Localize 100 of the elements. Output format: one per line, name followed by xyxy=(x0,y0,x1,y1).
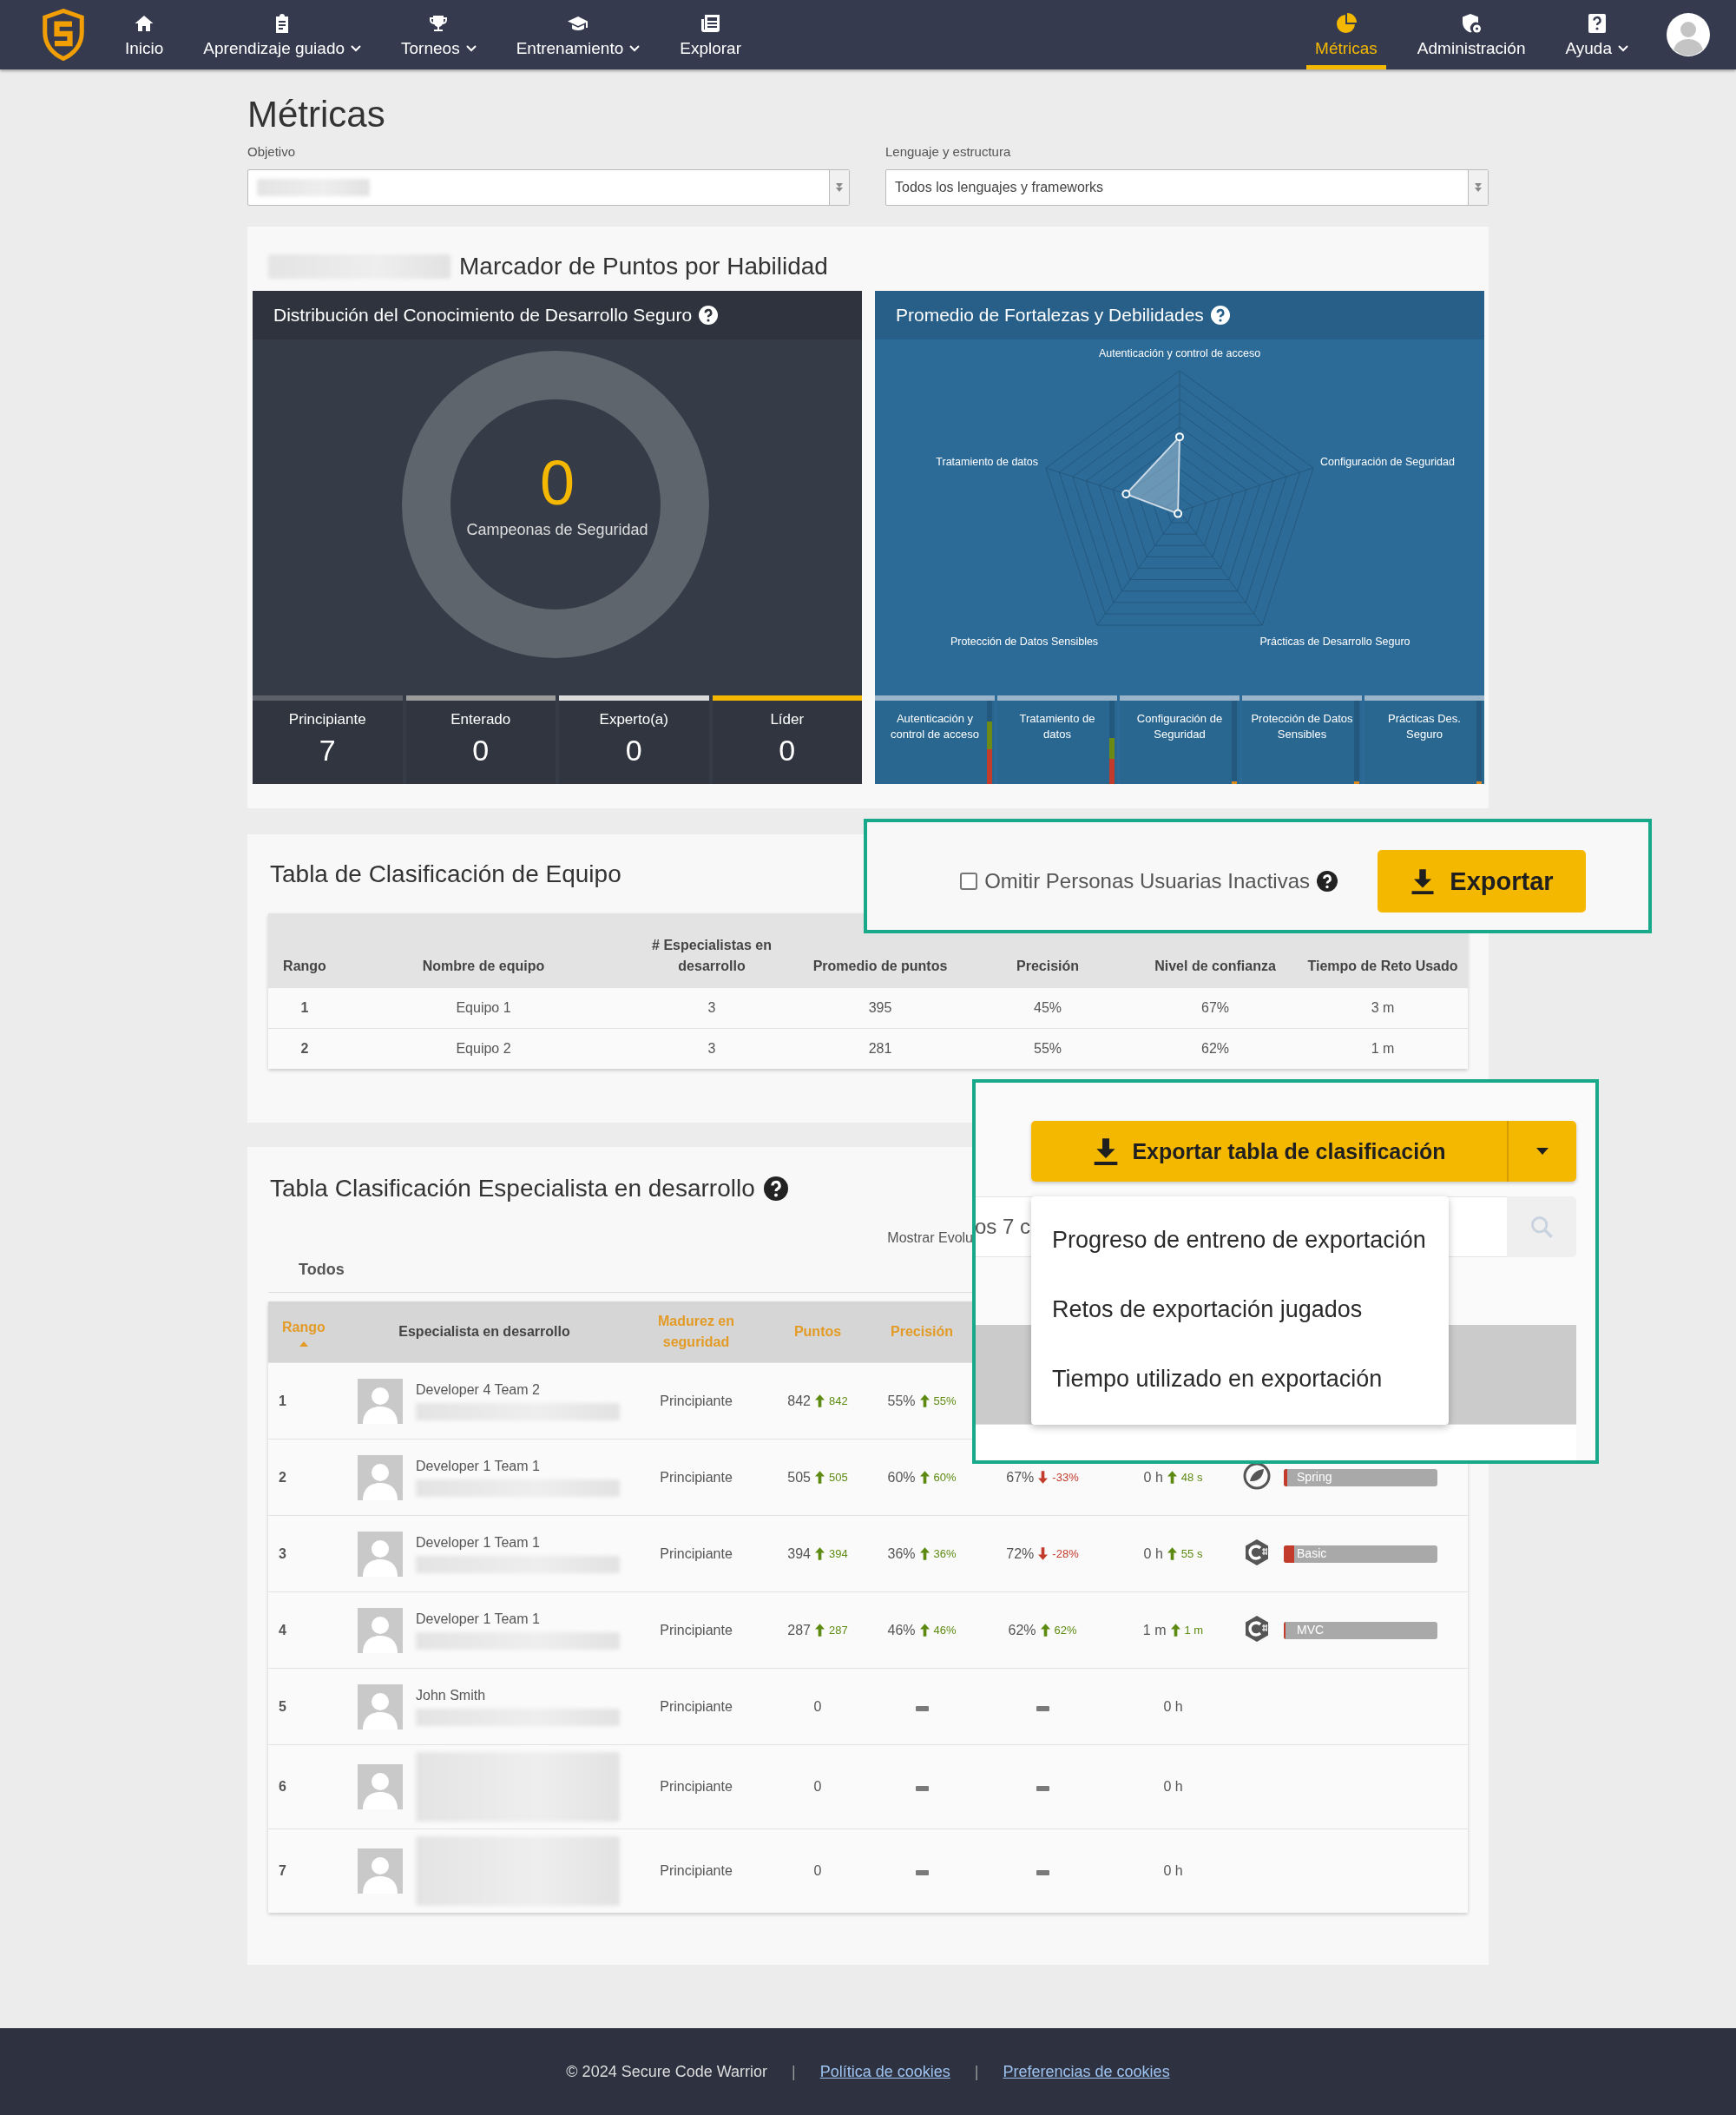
rank-cell: 3 xyxy=(268,1515,338,1592)
nav-item[interactable]: Entrenamiento xyxy=(507,0,649,69)
category-label: Tratamiento de datos xyxy=(1018,711,1096,742)
avatar-icon xyxy=(358,1454,403,1500)
caret-icon xyxy=(1475,183,1482,192)
hexagon-icon xyxy=(1243,1538,1271,1566)
shield-icon xyxy=(1461,12,1483,34)
dash-icon xyxy=(915,1705,929,1711)
axis-label: Autenticación y control de acceso xyxy=(1098,347,1261,359)
checkbox[interactable] xyxy=(960,873,978,890)
copyright-text: © 2024 Secure Code Warrior xyxy=(566,2062,768,2081)
help-icon[interactable] xyxy=(1317,871,1338,892)
export-button[interactable]: Exportar xyxy=(1378,850,1586,913)
dash-icon xyxy=(915,1786,929,1791)
rank-cell: 1 xyxy=(268,1362,338,1440)
nav-item[interactable]: Administración xyxy=(1408,0,1535,69)
nav-item[interactable]: Torneos xyxy=(392,0,485,69)
download-icon xyxy=(1410,868,1437,894)
metric-value: 0 h 48 s xyxy=(1143,1469,1203,1486)
card-title: Marcador de Puntos por Habilidad xyxy=(459,252,828,281)
rank-cell: 4 xyxy=(268,1591,338,1669)
menu-item[interactable]: Tiempo utilizado en exportación xyxy=(1031,1344,1449,1413)
nav-item[interactable]: Ayuda xyxy=(1556,0,1637,69)
menu-item[interactable]: Retos de exportación jugados xyxy=(1031,1275,1449,1344)
tab[interactable]: Todos xyxy=(299,1255,345,1284)
metric-value: 0 xyxy=(813,1698,822,1715)
dash-icon xyxy=(1036,1705,1049,1711)
level-label: Enterado xyxy=(450,711,511,728)
nav-item[interactable]: Aprendizaje guiado xyxy=(194,0,371,69)
nav-item[interactable]: Explorar xyxy=(671,0,750,69)
menu-item[interactable]: Progreso de entreno de exportación xyxy=(1031,1205,1449,1275)
table-cell: Principiante xyxy=(631,1515,761,1592)
level-count: 7 xyxy=(319,734,336,768)
page-title: Métricas xyxy=(247,93,386,136)
axis-label: Prácticas de Desarrollo Seguro xyxy=(1259,636,1410,648)
separator: | xyxy=(974,2062,979,2081)
export-button[interactable]: Exportar tabla de clasificación xyxy=(1031,1121,1507,1182)
nav-item[interactable]: Métricas xyxy=(1306,0,1386,69)
leaf-icon xyxy=(1243,1461,1271,1490)
level-count: 0 xyxy=(472,734,490,768)
user-avatar-icon[interactable] xyxy=(1667,13,1710,56)
separator: | xyxy=(792,2062,796,2081)
help-icon[interactable] xyxy=(699,306,719,325)
table-cell: Principiante xyxy=(631,1668,761,1745)
footer-link[interactable]: Política de cookies xyxy=(819,2062,950,2081)
help-icon[interactable] xyxy=(1210,306,1230,325)
champion-label: Campeonas de Seguridad xyxy=(466,521,648,539)
nav-item[interactable]: Inicio xyxy=(116,0,173,69)
table-cell: 1 m xyxy=(1298,1028,1468,1069)
select-field[interactable] xyxy=(247,169,850,206)
category-label: Protección de Datos Sensibles xyxy=(1251,711,1353,742)
metric-value: 0 h xyxy=(1163,1698,1183,1715)
developer-name: Developer 4 Team 2 xyxy=(416,1381,541,1398)
category-label: Prácticas Des. Seguro xyxy=(1387,711,1462,742)
metric-value: 46% 46% xyxy=(887,1622,957,1638)
footer-link[interactable]: Preferencias de cookies xyxy=(1003,2062,1170,2081)
checkbox-label: Omitir Personas Usuarias Inactivas xyxy=(984,869,1310,893)
metric-value: 0 xyxy=(813,1863,822,1879)
metric-value: 0 h 55 s xyxy=(1143,1545,1203,1562)
metric-value: 0 h xyxy=(1163,1779,1183,1795)
field-label: Objetivo xyxy=(247,143,297,161)
select-field[interactable]: Todos los lenguajes y frameworks xyxy=(885,169,1489,206)
search-icon xyxy=(1529,1215,1554,1239)
table-cell: 3 xyxy=(626,1028,798,1069)
metric-value: 72% -28% xyxy=(1006,1545,1079,1562)
metric-value: 287 287 xyxy=(787,1622,848,1638)
metric-value: 62% 62% xyxy=(1008,1622,1077,1638)
table-cell: 67% xyxy=(1133,987,1298,1029)
table-cell: Principiante xyxy=(631,1591,761,1669)
toggle-label: Mostrar Evolu xyxy=(887,1229,973,1247)
table-cell: 45% xyxy=(963,987,1133,1029)
category-label: Configuración de Seguridad xyxy=(1135,711,1224,742)
metric-value: 67% -33% xyxy=(1006,1469,1079,1486)
table-cell: 3 xyxy=(626,987,798,1029)
help-icon xyxy=(1586,12,1608,34)
avatar-icon xyxy=(358,1378,403,1424)
avatar-icon xyxy=(358,1607,403,1653)
column-header: Rango xyxy=(268,913,341,988)
caret-down-icon xyxy=(1536,1148,1549,1155)
logo-icon[interactable] xyxy=(42,9,85,61)
table-cell: 55% xyxy=(963,1028,1133,1069)
metric-value: 36% 36% xyxy=(887,1545,957,1562)
champion-count: 0 xyxy=(539,448,575,517)
caret-icon xyxy=(836,183,843,192)
axis-label: Protección de Datos Sensibles xyxy=(950,636,1099,648)
table-cell: Equipo 2 xyxy=(341,1028,626,1069)
avatar-icon xyxy=(358,1531,403,1577)
field-label: Lenguaje y estructura xyxy=(885,143,1012,161)
framework-label: MVC xyxy=(1297,1622,1325,1637)
newspaper-icon xyxy=(700,12,721,34)
dash-icon xyxy=(1036,1870,1049,1875)
metric-value: 505 505 xyxy=(787,1469,848,1486)
help-icon[interactable] xyxy=(763,1176,788,1201)
table-cell: 281 xyxy=(798,1028,963,1069)
category-label: Autenticación y control de acceso xyxy=(890,711,980,742)
table-cell: Principiante xyxy=(631,1439,761,1516)
framework-label: Basic xyxy=(1297,1545,1327,1560)
axis-label: Configuración de Seguridad xyxy=(1320,456,1455,468)
level-count: 0 xyxy=(625,734,642,768)
dash-icon xyxy=(1036,1786,1049,1791)
